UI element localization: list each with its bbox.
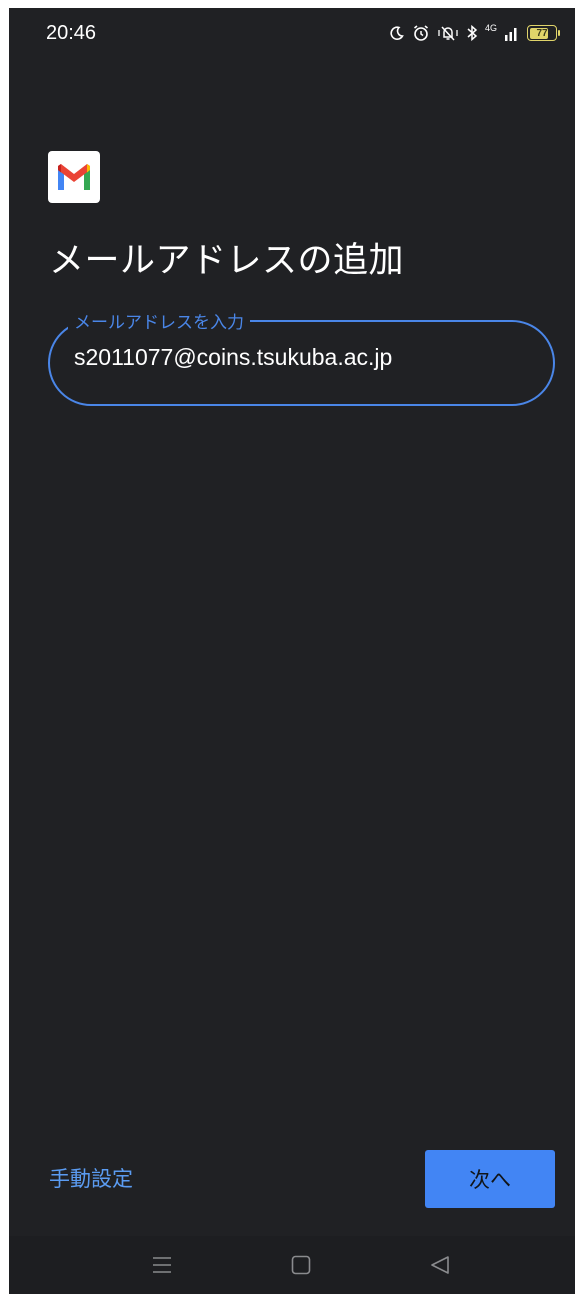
battery-level: 77 xyxy=(536,27,548,39)
gmail-logo xyxy=(48,151,100,203)
email-field-label: メールアドレスを入力 xyxy=(68,308,250,333)
status-bar: 20:46 4G 77 xyxy=(9,8,575,60)
status-icons: 4G 77 xyxy=(389,21,560,45)
vibrate-icon xyxy=(437,24,459,42)
menu-icon[interactable] xyxy=(144,1250,180,1280)
email-field[interactable]: メールアドレスを入力 xyxy=(48,308,555,406)
alarm-icon xyxy=(412,24,430,42)
battery-icon: 77 xyxy=(527,25,560,41)
email-input[interactable] xyxy=(74,344,524,371)
moon-icon xyxy=(389,25,405,41)
page-title: メールアドレスの追加 xyxy=(49,241,405,281)
next-button[interactable]: 次へ xyxy=(425,1150,555,1208)
home-icon[interactable] xyxy=(283,1250,319,1280)
status-time: 20:46 xyxy=(46,22,97,44)
back-icon[interactable] xyxy=(422,1250,458,1280)
signal-icon xyxy=(504,24,520,42)
manual-setup-link[interactable]: 手動設定 xyxy=(49,1163,133,1193)
bluetooth-icon xyxy=(466,24,478,42)
network-type: 4G xyxy=(484,22,497,33)
phone-screen: 20:46 4G 77 メールアドレスの追加 メールアドレスを入力 s20110… xyxy=(9,8,575,1294)
navigation-bar xyxy=(9,1236,575,1294)
